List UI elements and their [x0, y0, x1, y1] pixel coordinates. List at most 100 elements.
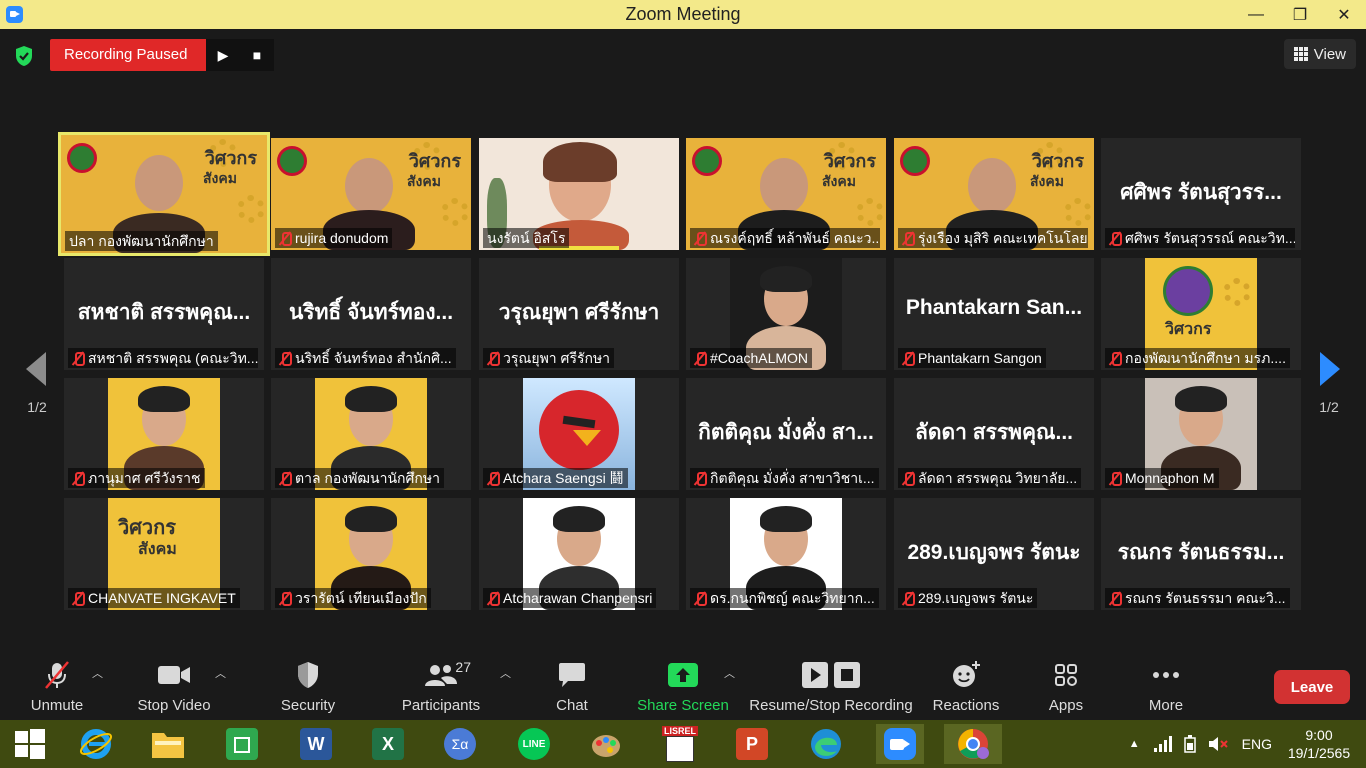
- video-options-caret[interactable]: ︿: [215, 665, 226, 681]
- mic-muted-icon: [1109, 351, 1122, 366]
- system-tray: ▲ ENG 9:00 19/1/2565: [1129, 720, 1366, 768]
- participant-tile[interactable]: นริทธิ์ จันทร์ทอง... นริทธิ์ จันทร์ทอง สำ…: [271, 258, 471, 370]
- leave-button[interactable]: Leave: [1274, 670, 1350, 704]
- participant-tile[interactable]: วรุณยุพา ศรีรักษา วรุณยุพา ศรีรักษา: [479, 258, 679, 370]
- participant-name-label: #CoachALMON: [690, 348, 813, 368]
- participant-tile[interactable]: ศศิพร รัตนสุวรร... ศศิพร รัตนสุวรรณ์ คณะว…: [1101, 138, 1301, 250]
- participant-tile[interactable]: ตาล กองพัฒนานักศึกษา: [271, 378, 471, 490]
- edge-browser-icon[interactable]: [806, 724, 846, 764]
- mic-muted-icon: [1109, 471, 1122, 486]
- encryption-shield-icon[interactable]: [14, 45, 34, 67]
- show-desktop-button[interactable]: [1354, 720, 1366, 768]
- word-icon[interactable]: W: [296, 724, 336, 764]
- powerpoint-icon[interactable]: P: [732, 724, 772, 764]
- minimize-button[interactable]: —: [1234, 0, 1278, 29]
- chrome-taskbar-icon[interactable]: [944, 724, 1002, 764]
- participant-tile[interactable]: Atcharawan Chanpensri: [479, 498, 679, 610]
- page-indicator-right: 1/2: [1319, 399, 1339, 415]
- security-label: Security: [280, 697, 336, 714]
- view-button[interactable]: View: [1283, 39, 1356, 69]
- mic-muted-icon: [1109, 591, 1122, 606]
- reactions-button[interactable]: Reactions: [928, 655, 1004, 720]
- math-calculator-icon[interactable]: Σα: [440, 724, 480, 764]
- previous-page-button[interactable]: 1/2: [22, 352, 52, 415]
- participant-tile[interactable]: วิศวกร สังคม รุ่งเรือง มุสิริ คณะเทคโนโล…: [894, 138, 1094, 250]
- participant-tile[interactable]: ลัดดา สรรพคุณ... ลัดดา สรรพคุณ วิทยาลัย..…: [894, 378, 1094, 490]
- participant-tile[interactable]: วิศวกร สังคม ปลา กองพัฒนานักศึกษา: [58, 132, 270, 256]
- participant-name: 289.เบญจพร รัตนะ: [918, 590, 1034, 606]
- participant-name: กองพัฒนานักศึกษา มรภ....: [1125, 350, 1286, 366]
- file-explorer-icon[interactable]: [148, 724, 188, 764]
- participant-tile[interactable]: ภานุมาศ ศรีวังราช: [64, 378, 264, 490]
- paint-palette-icon[interactable]: [586, 724, 626, 764]
- close-window-button[interactable]: ✕: [1322, 0, 1366, 29]
- mic-muted-icon: [487, 591, 500, 606]
- participant-tile[interactable]: วรารัตน์ เทียนเมืองปัก: [271, 498, 471, 610]
- line-app-icon[interactable]: LINE: [514, 724, 554, 764]
- maximize-button[interactable]: ❐: [1278, 0, 1322, 29]
- poster-subtitle: สังคม: [1030, 173, 1064, 189]
- participant-tile[interactable]: นงรัตน์ อิสโร: [479, 138, 679, 250]
- clock[interactable]: 9:00 19/1/2565: [1284, 726, 1354, 762]
- excel-icon[interactable]: X: [368, 724, 408, 764]
- stop-recording-button[interactable]: ■: [240, 39, 274, 71]
- zoom-taskbar-icon[interactable]: [876, 724, 924, 764]
- participant-tile[interactable]: 289.เบญจพร รัตนะ 289.เบญจพร รัตนะ: [894, 498, 1094, 610]
- unmute-button[interactable]: Unmute: [22, 655, 92, 720]
- next-page-button[interactable]: 1/2: [1314, 352, 1344, 415]
- share-screen-button[interactable]: Share Screen: [636, 655, 730, 720]
- participant-name: ปลา กองพัฒนานักศึกษา: [69, 233, 214, 249]
- participant-tile[interactable]: ดร.กนกพิชญ์ คณะวิทยาก...: [686, 498, 886, 610]
- resume-stop-recording-button[interactable]: Resume/Stop Recording: [748, 655, 914, 720]
- mic-muted-icon: [279, 591, 292, 606]
- poster-subtitle: สังคม: [822, 173, 856, 189]
- audio-options-caret[interactable]: ︿: [92, 665, 103, 681]
- participant-name: ดร.กนกพิชญ์ คณะวิทยาก...: [710, 590, 875, 606]
- mic-muted-icon: [902, 591, 915, 606]
- participant-tile[interactable]: Atchara Saengsi 鬪: [479, 378, 679, 490]
- participant-tile[interactable]: Monnaphon M: [1101, 378, 1301, 490]
- participant-tile[interactable]: Phantakarn San... Phantakarn Sangon: [894, 258, 1094, 370]
- participant-tile[interactable]: รณกร รัตนธรรม... รณกร รัตนธรรมา คณะวิ...: [1101, 498, 1301, 610]
- mic-muted-icon: [72, 591, 85, 606]
- signal-icon[interactable]: [1153, 736, 1172, 752]
- stop-video-button[interactable]: Stop Video: [134, 655, 214, 720]
- unmute-label: Unmute: [30, 697, 84, 714]
- input-language[interactable]: ENG: [1242, 736, 1272, 752]
- apps-button[interactable]: Apps: [1036, 655, 1096, 720]
- microsoft-store-icon[interactable]: [222, 724, 262, 764]
- poster-title: วิศวกร: [204, 148, 257, 168]
- participant-tile[interactable]: กิตติคุณ มั่งคั่ง สา... กิตติคุณ มั่งคั่ง…: [686, 378, 886, 490]
- participant-tile[interactable]: วิศวกร สังคม ณรงค์ฤทธิ์ หล้าพันธ์ คณะว..…: [686, 138, 886, 250]
- volume-muted-icon[interactable]: [1208, 736, 1228, 752]
- participant-tile[interactable]: วิศวกร สังคม rujira donudom: [271, 138, 471, 250]
- internet-explorer-icon[interactable]: [76, 724, 116, 764]
- lisrel-icon[interactable]: LISREL: [660, 724, 700, 764]
- participant-name-label: วรารัตน์ เทียนเมืองปัก: [275, 588, 431, 608]
- battery-icon[interactable]: [1183, 735, 1196, 753]
- participant-tile[interactable]: วิศวกร สังคม CHANVATE INGKAVET: [64, 498, 264, 610]
- participant-name-label: ภานุมาศ ศรีวังราช: [68, 468, 205, 488]
- participant-tile[interactable]: วิศวกร กองพัฒนานักศึกษา มรภ....: [1101, 258, 1301, 370]
- participant-tile[interactable]: สหชาติ สรรพคุณ... สหชาติ สรรพคุณ (คณะวิท.…: [64, 258, 264, 370]
- window-title: Zoom Meeting: [625, 4, 741, 24]
- participant-name-label: กิตติคุณ มั่งคั่ง สาขาวิชาเ...: [690, 468, 879, 488]
- chat-bubble-icon: [559, 663, 585, 687]
- resume-recording-button[interactable]: ▶: [206, 39, 240, 71]
- share-options-caret[interactable]: ︿: [724, 665, 735, 681]
- participant-name: ภานุมาศ ศรีวังราช: [88, 470, 201, 486]
- arrow-left-icon: [26, 352, 46, 386]
- chat-button[interactable]: Chat: [542, 655, 602, 720]
- start-button[interactable]: [10, 724, 50, 764]
- participant-name: rujira donudom: [295, 230, 389, 246]
- participant-name: ลัดดา สรรพคุณ วิทยาลัย...: [918, 470, 1078, 486]
- participants-options-caret[interactable]: ︿: [500, 665, 511, 681]
- more-button[interactable]: More: [1136, 655, 1196, 720]
- participant-tile[interactable]: #CoachALMON: [686, 258, 886, 370]
- show-hidden-icons-icon[interactable]: ▲: [1129, 738, 1140, 750]
- security-button[interactable]: Security: [272, 655, 344, 720]
- participant-name-label: ดร.กนกพิชญ์ คณะวิทยาก...: [690, 588, 879, 608]
- mic-muted-icon: [1109, 231, 1122, 246]
- participants-button[interactable]: 27 Participants: [396, 655, 486, 720]
- participant-name-label: ณรงค์ฤทธิ์ หล้าพันธ์ คณะว...: [690, 228, 880, 248]
